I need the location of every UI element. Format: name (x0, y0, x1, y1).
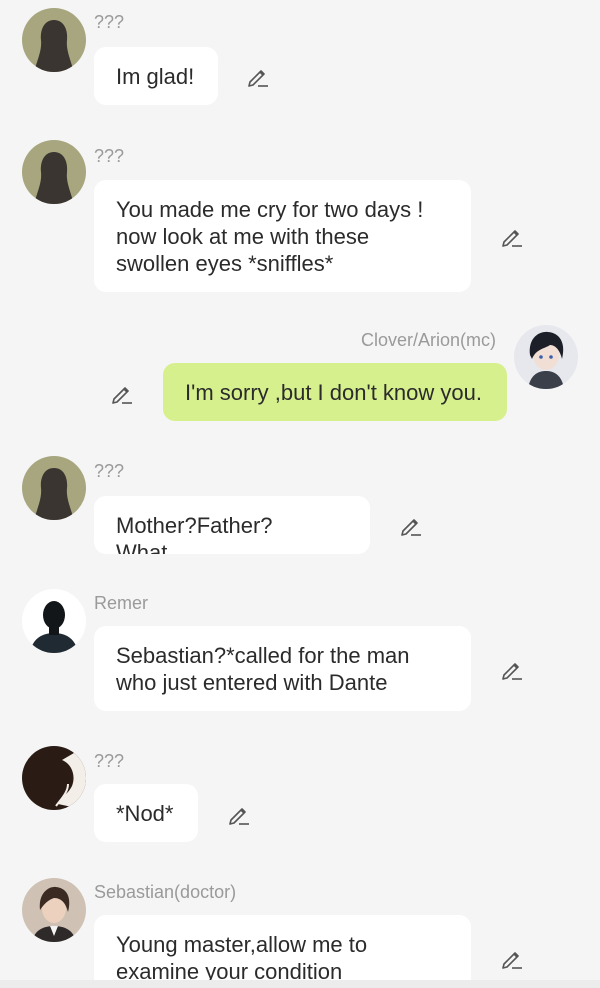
sender-name: ??? (94, 751, 125, 771)
pencil-edit-icon[interactable] (246, 64, 270, 88)
message-bubble[interactable]: You made me cry for two days ! now look … (94, 180, 471, 292)
shadow-woman-avatar[interactable] (22, 8, 86, 72)
sender-name: ??? (94, 12, 125, 32)
pencil-edit-icon[interactable] (227, 802, 251, 826)
sender-name: Remer (94, 593, 149, 613)
message-bubble[interactable]: Sebastian?*called for the man who just e… (94, 626, 471, 711)
message-bubble[interactable]: *Nod* (94, 784, 198, 842)
sender-name: ??? (94, 461, 125, 481)
sender-name: Clover/Arion(mc) (361, 330, 497, 350)
shadow-profile-avatar[interactable] (22, 746, 86, 810)
shadow-woman-avatar[interactable] (22, 456, 86, 520)
pencil-edit-icon[interactable] (500, 657, 524, 681)
dark-haired-boy-avatar[interactable] (514, 325, 578, 389)
chat-log: ??? Im glad! ??? You made me cry for two… (0, 0, 600, 980)
doctor-man-avatar[interactable] (22, 878, 86, 942)
message-bubble[interactable]: Young master,allow me to examine your co… (94, 915, 471, 980)
pencil-edit-icon[interactable] (500, 224, 524, 248)
sender-name: ??? (94, 146, 125, 166)
sender-name: Sebastian(doctor) (94, 882, 237, 902)
message-bubble-mine[interactable]: I'm sorry ,but I don't know you. (163, 363, 507, 421)
silhouette-man-avatar[interactable] (22, 589, 86, 653)
message-bubble[interactable]: Im glad! (94, 47, 218, 105)
pencil-edit-icon[interactable] (110, 381, 134, 405)
bottom-divider (0, 980, 600, 988)
pencil-edit-icon[interactable] (500, 946, 524, 970)
shadow-woman-avatar[interactable] (22, 140, 86, 204)
message-bubble[interactable]: Mother?Father? What... (94, 496, 370, 554)
pencil-edit-icon[interactable] (399, 513, 423, 537)
